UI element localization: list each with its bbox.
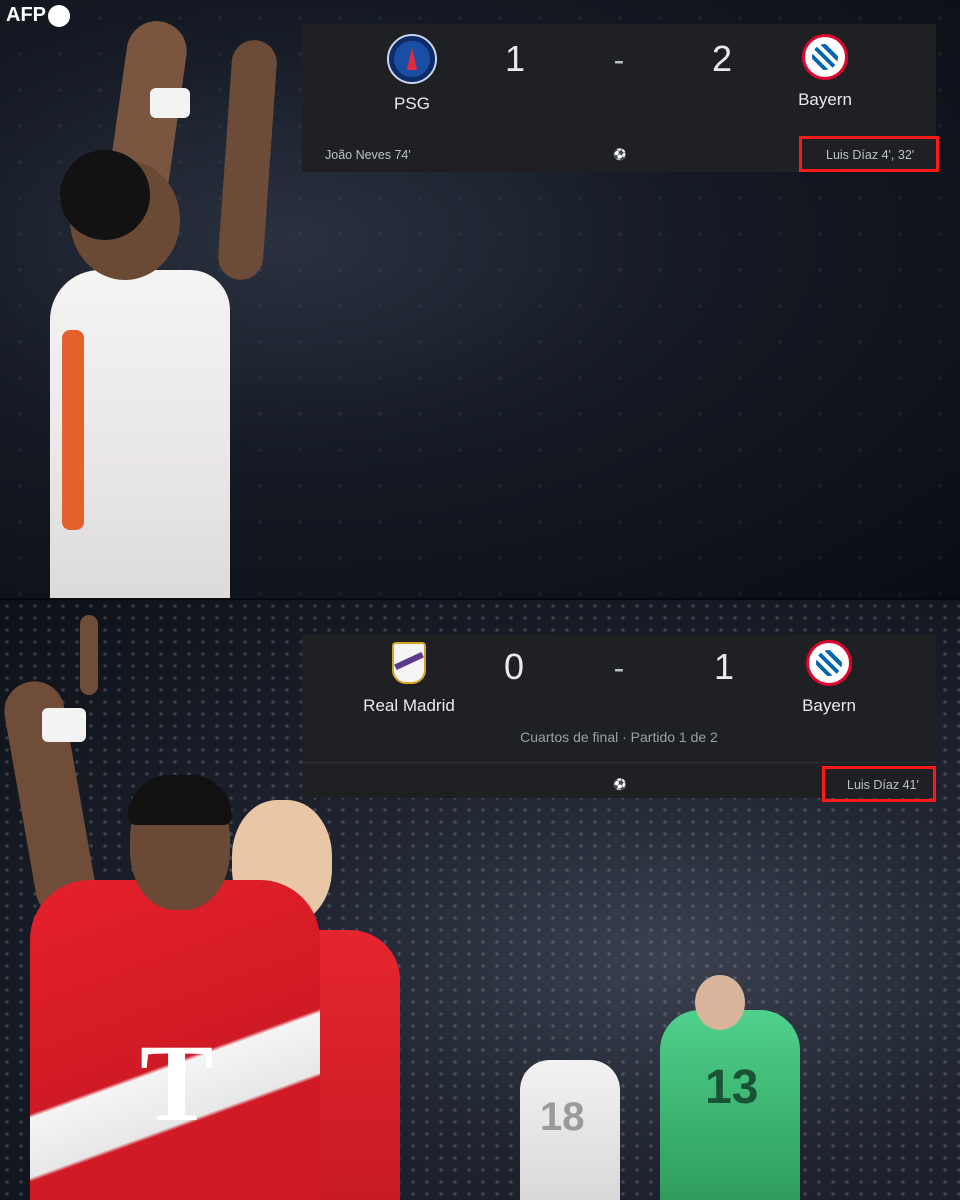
score-separator: - xyxy=(613,42,625,78)
wristband xyxy=(150,88,190,118)
away-score: 2 xyxy=(711,38,733,79)
player-finger xyxy=(80,615,98,695)
home-team-name: PSG xyxy=(394,94,430,113)
bayern-crest-icon xyxy=(802,34,848,80)
goalkeeper-number: 13 xyxy=(705,1061,759,1114)
afp-logo-text: AFP xyxy=(6,4,46,26)
afp-logo-dot xyxy=(48,4,70,27)
highlight-box xyxy=(799,136,939,172)
home-team[interactable]: PSG xyxy=(342,34,482,114)
afp-logo: AFP xyxy=(6,4,70,27)
away-team-name: Bayern xyxy=(798,90,852,109)
bayern-crest-icon xyxy=(806,640,852,686)
psg-crest-icon xyxy=(387,34,437,84)
home-score: 1 xyxy=(504,38,526,79)
player-hair xyxy=(60,150,150,240)
sponsor-logo: T xyxy=(140,1022,214,1144)
match-stage: Cuartos de final · Partido 1 de 2 xyxy=(520,729,718,745)
home-team-name: Real Madrid xyxy=(363,696,455,715)
real-madrid-crest-icon xyxy=(386,640,432,686)
soccer-ball-icon: ⚽ xyxy=(613,149,627,161)
home-team[interactable]: Real Madrid xyxy=(339,640,479,716)
home-score: 0 xyxy=(503,646,525,687)
away-team[interactable]: Bayern xyxy=(755,34,895,110)
match-card-psg-bayern[interactable]: PSG 1 - 2 Bayern João Neves 74' ⚽ Luis D… xyxy=(302,24,939,172)
home-scorers: João Neves 74' xyxy=(325,148,411,162)
opponent-number: 18 xyxy=(540,1095,585,1139)
away-team-name: Bayern xyxy=(802,696,856,715)
jersey-number xyxy=(62,330,84,530)
match-card-realmadrid-bayern[interactable]: Real Madrid 0 - 1 Bayern Cuartos de fina… xyxy=(302,634,936,802)
away-team[interactable]: Bayern xyxy=(759,640,899,716)
soccer-ball-icon: ⚽ xyxy=(613,779,627,791)
away-score: 1 xyxy=(713,646,735,687)
highlight-box xyxy=(822,766,936,802)
card-divider xyxy=(302,762,936,763)
wristband xyxy=(42,708,86,742)
goalkeeper-head xyxy=(695,975,745,1030)
score-separator: - xyxy=(613,650,625,686)
